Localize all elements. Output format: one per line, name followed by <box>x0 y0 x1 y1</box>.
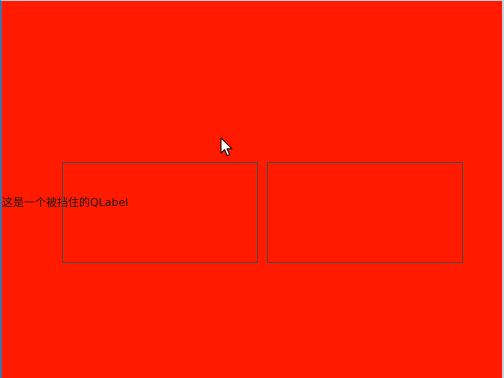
right-frame-widget[interactable] <box>267 162 463 263</box>
red-widget-canvas: 这是一个被挡住的QLabel <box>2 1 502 378</box>
app-window: 这是一个被挡住的QLabel <box>0 0 504 378</box>
left-frame-widget[interactable] <box>62 162 258 263</box>
mouse-pointer-icon <box>220 137 233 157</box>
